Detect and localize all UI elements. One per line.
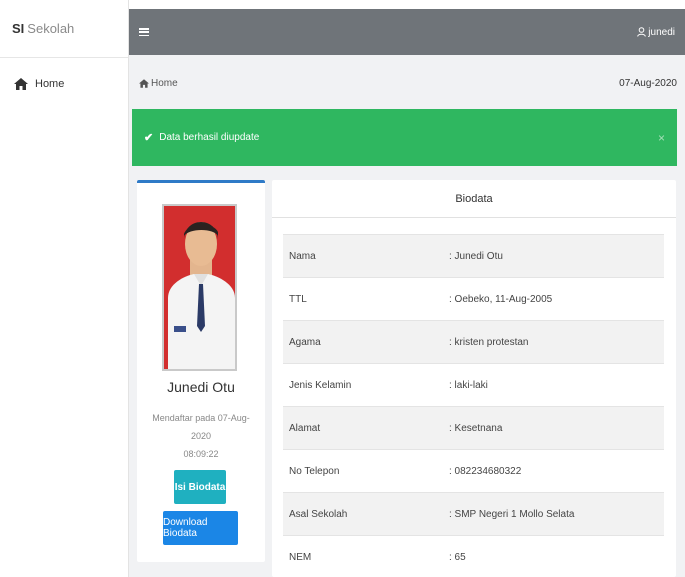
student-name: Junedi Otu: [167, 379, 235, 395]
row-label: Asal Sekolah: [283, 492, 443, 536]
breadcrumb[interactable]: Home: [139, 78, 178, 89]
check-icon: ✔: [144, 132, 154, 144]
row-label: Alamat: [283, 406, 443, 450]
current-date: 07-Aug-2020: [619, 77, 677, 89]
download-biodata-button[interactable]: Download Biodata: [163, 511, 238, 545]
table-row: No Telepon : 082234680322: [283, 449, 664, 493]
breadcrumb-bar: Home 07-Aug-2020: [129, 55, 685, 111]
row-label: No Telepon: [283, 449, 443, 493]
brand-logo[interactable]: SI Sekolah: [0, 0, 128, 58]
row-value: : kristen protestan: [443, 320, 664, 364]
row-label: TTL: [283, 277, 443, 321]
row-value: : 65: [443, 535, 664, 577]
isi-biodata-button[interactable]: Isi Biodata: [174, 470, 226, 504]
username: junedi: [648, 26, 675, 38]
row-value: : laki-laki: [443, 363, 664, 407]
table-row: Nama : Junedi Otu: [283, 234, 664, 278]
row-value: : 082234680322: [443, 449, 664, 493]
row-value: : SMP Negeri 1 Mollo Selata: [443, 492, 664, 536]
breadcrumb-label: Home: [151, 77, 178, 89]
row-value: : Oebeko, 11-Aug-2005: [443, 277, 664, 321]
registration-info: Mendaftar pada 07-Aug-2020 08:09:22: [143, 409, 259, 463]
registration-date: Mendaftar pada 07-Aug-2020: [152, 413, 250, 441]
biodata-table: Nama : Junedi Otu TTL : Oebeko, 11-Aug-2…: [283, 234, 664, 577]
sidebar-item-label: Home: [35, 78, 65, 90]
profile-card: Junedi Otu Mendaftar pada 07-Aug-2020 08…: [137, 180, 265, 562]
sidebar: SI Sekolah Home: [0, 0, 129, 577]
success-alert: ✔ Data berhasil diupdate ×: [132, 109, 677, 166]
row-value: : Kesetnana: [443, 406, 664, 450]
student-portrait: [164, 206, 235, 369]
user-icon: [637, 27, 647, 37]
registration-time: 08:09:22: [183, 449, 219, 459]
menu-toggle-icon[interactable]: [139, 27, 149, 37]
table-row: Alamat : Kesetnana: [283, 406, 664, 450]
row-label: NEM: [283, 535, 443, 577]
table-row: TTL : Oebeko, 11-Aug-2005: [283, 277, 664, 321]
biodata-title: Biodata: [272, 180, 676, 218]
table-row: Agama : kristen protestan: [283, 320, 664, 364]
close-icon[interactable]: ×: [658, 131, 665, 145]
home-icon: [139, 78, 149, 88]
table-row: Asal Sekolah : SMP Negeri 1 Mollo Selata: [283, 492, 664, 536]
brand-name: Sekolah: [27, 21, 75, 36]
profile-photo: [162, 204, 237, 371]
table-row: Jenis Kelamin : laki-laki: [283, 363, 664, 407]
alert-message: Data berhasil diupdate: [159, 132, 260, 143]
main-content: Home 07-Aug-2020 ✔ Data berhasil diupdat…: [129, 55, 685, 577]
biodata-card: Biodata Nama : Junedi Otu TTL : Oebeko, …: [272, 180, 676, 577]
row-value: : Junedi Otu: [443, 234, 664, 278]
top-navbar: junedi: [129, 9, 685, 55]
user-menu[interactable]: junedi: [637, 27, 675, 38]
row-label: Agama: [283, 320, 443, 364]
row-label: Nama: [283, 234, 443, 278]
sidebar-item-home[interactable]: Home: [0, 70, 128, 98]
table-row: NEM : 65: [283, 535, 664, 577]
row-label: Jenis Kelamin: [283, 363, 443, 407]
home-icon: [14, 78, 28, 90]
brand-bold: SI: [12, 21, 25, 36]
